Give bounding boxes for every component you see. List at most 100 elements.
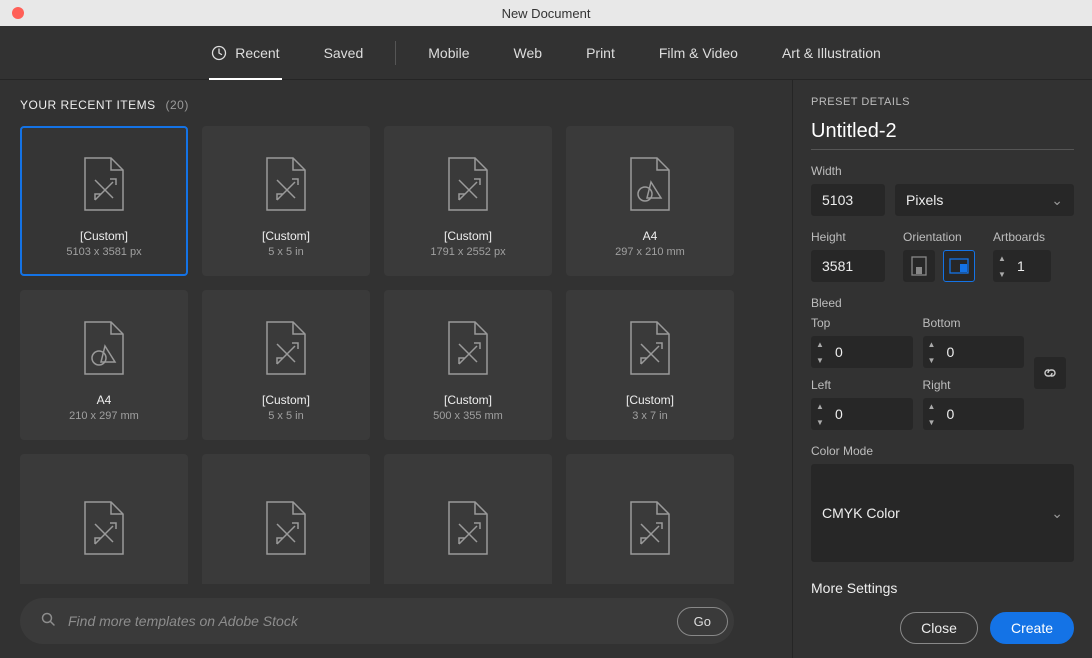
tab-mobile[interactable]: Mobile — [406, 26, 491, 80]
recent-heading-text: YOUR RECENT ITEMS — [20, 98, 156, 112]
width-input[interactable] — [811, 184, 885, 216]
document-icon — [81, 492, 127, 564]
step-up-icon[interactable]: ▲ — [993, 250, 1011, 266]
recent-heading: YOUR RECENT ITEMS (20) — [20, 98, 772, 112]
bleed-left-input[interactable] — [829, 406, 869, 422]
tab-film-video[interactable]: Film & Video — [637, 26, 760, 80]
bleed-right-label: Right — [923, 378, 1025, 392]
recent-icon — [211, 45, 227, 61]
document-icon — [263, 312, 309, 384]
preset-card[interactable] — [20, 454, 188, 584]
chevron-down-icon: ⌄ — [1051, 505, 1063, 522]
tab-print[interactable]: Print — [564, 26, 637, 80]
preset-card[interactable]: A4297 x 210 mm — [566, 126, 734, 276]
width-label: Width — [811, 164, 1074, 178]
preset-card[interactable] — [202, 454, 370, 584]
preset-card[interactable]: [Custom] 5 x 5 in — [202, 126, 370, 276]
document-icon — [263, 148, 309, 220]
more-settings-link[interactable]: More Settings — [811, 580, 1074, 596]
card-subtitle: 3 x 7 in — [626, 409, 674, 424]
tab-label: Web — [514, 45, 543, 61]
card-subtitle: 297 x 210 mm — [615, 245, 685, 260]
card-subtitle: 5 x 5 in — [262, 409, 310, 424]
height-input[interactable] — [811, 250, 885, 282]
card-subtitle: 5 x 5 in — [262, 245, 310, 260]
bleed-bottom-stepper[interactable]: ▲▼ — [923, 336, 1025, 368]
card-subtitle: 500 x 355 mm — [433, 409, 503, 424]
titlebar: New Document — [0, 0, 1092, 26]
bleed-bottom-input[interactable] — [941, 344, 981, 360]
document-icon — [445, 492, 491, 564]
orientation-label: Orientation — [903, 230, 975, 244]
artboards-stepper[interactable]: ▲▼ — [993, 250, 1051, 282]
artboards-label: Artboards — [993, 230, 1051, 244]
preset-card[interactable] — [384, 454, 552, 584]
tab-saved[interactable]: Saved — [302, 26, 386, 80]
bleed-top-input[interactable] — [829, 344, 869, 360]
bleed-bottom-label: Bottom — [923, 316, 1025, 330]
bleed-top-label: Top — [811, 316, 913, 330]
orientation-landscape-button[interactable] — [943, 250, 975, 282]
preset-card[interactable]: [Custom] 5 x 5 in — [202, 290, 370, 440]
artboards-input[interactable] — [1011, 258, 1051, 274]
tab-recent[interactable]: Recent — [189, 26, 301, 80]
category-tabs: Recent Saved Mobile Web Print Film & Vid… — [0, 26, 1092, 80]
preset-card[interactable]: [Custom] 500 x 355 mm — [384, 290, 552, 440]
preset-grid: [Custom]5103 x 3581 px[Custom]5 x 5 in[C… — [20, 126, 772, 584]
bleed-left-stepper[interactable]: ▲▼ — [811, 398, 913, 430]
units-select[interactable]: Pixels ⌄ — [895, 184, 1074, 216]
card-title: [Custom] — [444, 393, 492, 407]
tab-web[interactable]: Web — [492, 26, 565, 80]
preset-card[interactable]: [Custom] 3 x 7 in — [566, 290, 734, 440]
card-subtitle: 1791 x 2552 px — [430, 245, 505, 260]
preset-card[interactable]: [Custom]1791 x 2552 px — [384, 126, 552, 276]
bleed-right-stepper[interactable]: ▲▼ — [923, 398, 1025, 430]
document-icon — [81, 148, 127, 220]
tab-label: Recent — [235, 45, 279, 61]
card-title: A4 — [97, 393, 112, 407]
document-icon — [445, 312, 491, 384]
document-name-input[interactable] — [811, 118, 1074, 150]
tab-label: Art & Illustration — [782, 45, 881, 61]
document-icon — [627, 312, 673, 384]
window-title: New Document — [502, 6, 591, 21]
preset-details-panel: PRESET DETAILS Width Pixels ⌄ Height Ori… — [792, 80, 1092, 658]
document-icon — [627, 148, 673, 220]
bleed-top-stepper[interactable]: ▲▼ — [811, 336, 913, 368]
step-down-icon[interactable]: ▼ — [993, 266, 1011, 282]
document-icon — [263, 492, 309, 564]
card-title: [Custom] — [262, 229, 310, 243]
card-title: [Custom] — [626, 393, 674, 407]
tab-label: Saved — [324, 45, 364, 61]
colormode-select[interactable]: CMYK Color ⌄ — [811, 464, 1074, 562]
preset-details-label: PRESET DETAILS — [811, 96, 1074, 108]
units-value: Pixels — [906, 192, 943, 208]
presets-panel: YOUR RECENT ITEMS (20) [Custom] 5103 x 35… — [0, 80, 792, 658]
search-icon — [40, 611, 56, 632]
tab-label: Mobile — [428, 45, 469, 61]
preset-card[interactable] — [566, 454, 734, 584]
card-title: [Custom] — [262, 393, 310, 407]
template-search: Go — [20, 598, 734, 644]
document-icon — [627, 492, 673, 564]
close-button[interactable]: Close — [900, 612, 978, 644]
tab-art-illustration[interactable]: Art & Illustration — [760, 26, 903, 80]
colormode-label: Color Mode — [811, 444, 1074, 458]
window-close-dot[interactable] — [12, 7, 24, 19]
go-button[interactable]: Go — [677, 607, 728, 636]
link-bleed-toggle[interactable] — [1034, 357, 1066, 389]
bleed-right-input[interactable] — [941, 406, 981, 422]
create-button[interactable]: Create — [990, 612, 1074, 644]
tab-divider — [395, 41, 396, 65]
card-title: [Custom] — [80, 229, 128, 243]
preset-card[interactable]: A4 210 x 297 mm — [20, 290, 188, 440]
tab-label: Film & Video — [659, 45, 738, 61]
card-subtitle: 210 x 297 mm — [69, 409, 139, 424]
card-subtitle: 5103 x 3581 px — [66, 245, 141, 260]
height-label: Height — [811, 230, 885, 244]
document-icon — [445, 148, 491, 220]
preset-card[interactable]: [Custom] 5103 x 3581 px — [20, 126, 188, 276]
search-input[interactable] — [68, 613, 665, 629]
bleed-label: Bleed — [811, 296, 1074, 310]
orientation-portrait-button[interactable] — [903, 250, 935, 282]
